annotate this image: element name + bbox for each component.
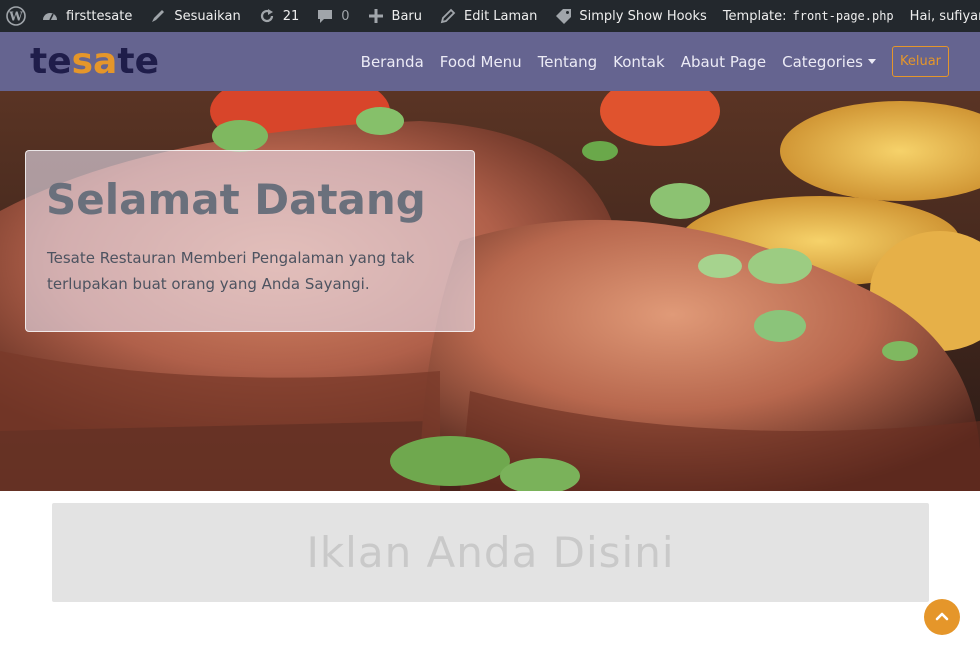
customize-label: Sesuaikan: [174, 8, 241, 24]
edit-page-label: Edit Laman: [464, 8, 538, 24]
caret-down-icon: [868, 58, 876, 64]
brand-part-1: te: [30, 41, 72, 82]
brand-part-2: sa: [71, 41, 118, 82]
hero-description: Tesate Restauran Memberi Pengalaman yang…: [47, 249, 415, 293]
wp-logo-menu[interactable]: W: [0, 0, 32, 32]
hero-welcome-card: Selamat Datang Tesate Restauran Memberi …: [25, 150, 475, 332]
template-file: front-page.php: [792, 9, 894, 23]
nav-item-food-menu[interactable]: Food Menu: [432, 53, 530, 71]
plus-icon: [366, 6, 386, 26]
customize-menu[interactable]: Sesuaikan: [140, 0, 248, 32]
site-name-menu[interactable]: firsttesate: [32, 0, 140, 32]
my-account-menu[interactable]: Hai, sufiyan: [902, 0, 980, 32]
pencil-icon: [438, 6, 458, 26]
edit-page-menu[interactable]: Edit Laman: [430, 0, 545, 32]
template-info[interactable]: Template: front-page.php: [715, 0, 902, 32]
tag-icon: [553, 6, 573, 26]
categories-label: Categories: [782, 52, 863, 71]
wordpress-icon: W: [6, 6, 26, 26]
new-content-menu[interactable]: Baru: [358, 0, 430, 32]
updates-count: 21: [282, 8, 300, 24]
brand-logo[interactable]: tesate: [30, 40, 159, 84]
simply-show-hooks-label: Simply Show Hooks: [579, 8, 707, 24]
updates-menu[interactable]: 21: [249, 0, 308, 32]
ad-placeholder[interactable]: Iklan Anda Disini: [52, 503, 929, 602]
greeting-label: Hai, sufiyan: [909, 8, 980, 24]
wp-admin-bar: W firsttesate Sesuaikan 21 0 Baru Edit L…: [0, 0, 980, 32]
refresh-icon: [257, 6, 277, 26]
comment-icon: [315, 6, 335, 26]
chevron-up-icon: [934, 609, 950, 625]
main-menu: Beranda Food Menu Tentang Kontak Abaut P…: [353, 32, 884, 91]
nav-item-tentang[interactable]: Tentang: [530, 53, 605, 71]
hero-banner: Selamat Datang Tesate Restauran Memberi …: [0, 91, 980, 491]
back-to-top-button[interactable]: [924, 599, 960, 635]
logout-button[interactable]: Keluar: [892, 46, 949, 77]
simply-show-hooks-menu[interactable]: Simply Show Hooks: [545, 0, 714, 32]
template-label: Template:: [722, 8, 787, 24]
svg-text:W: W: [8, 10, 23, 24]
nav-item-categories[interactable]: Categories: [774, 53, 884, 71]
new-content-label: Baru: [391, 8, 422, 24]
dashboard-icon: [40, 6, 60, 26]
hero-title: Selamat Datang: [46, 175, 426, 224]
brand-part-3: te: [117, 41, 159, 82]
ad-text: Iklan Anda Disini: [306, 528, 675, 577]
site-name-label: firsttesate: [66, 8, 133, 24]
comments-menu[interactable]: 0: [307, 0, 357, 32]
site-navbar: tesate Beranda Food Menu Tentang Kontak …: [0, 32, 980, 91]
comments-count: 0: [341, 8, 350, 24]
nav-item-beranda[interactable]: Beranda: [353, 53, 432, 71]
nav-item-abaut-page[interactable]: Abaut Page: [673, 53, 774, 71]
nav-item-kontak[interactable]: Kontak: [605, 53, 673, 71]
brush-icon: [148, 6, 168, 26]
